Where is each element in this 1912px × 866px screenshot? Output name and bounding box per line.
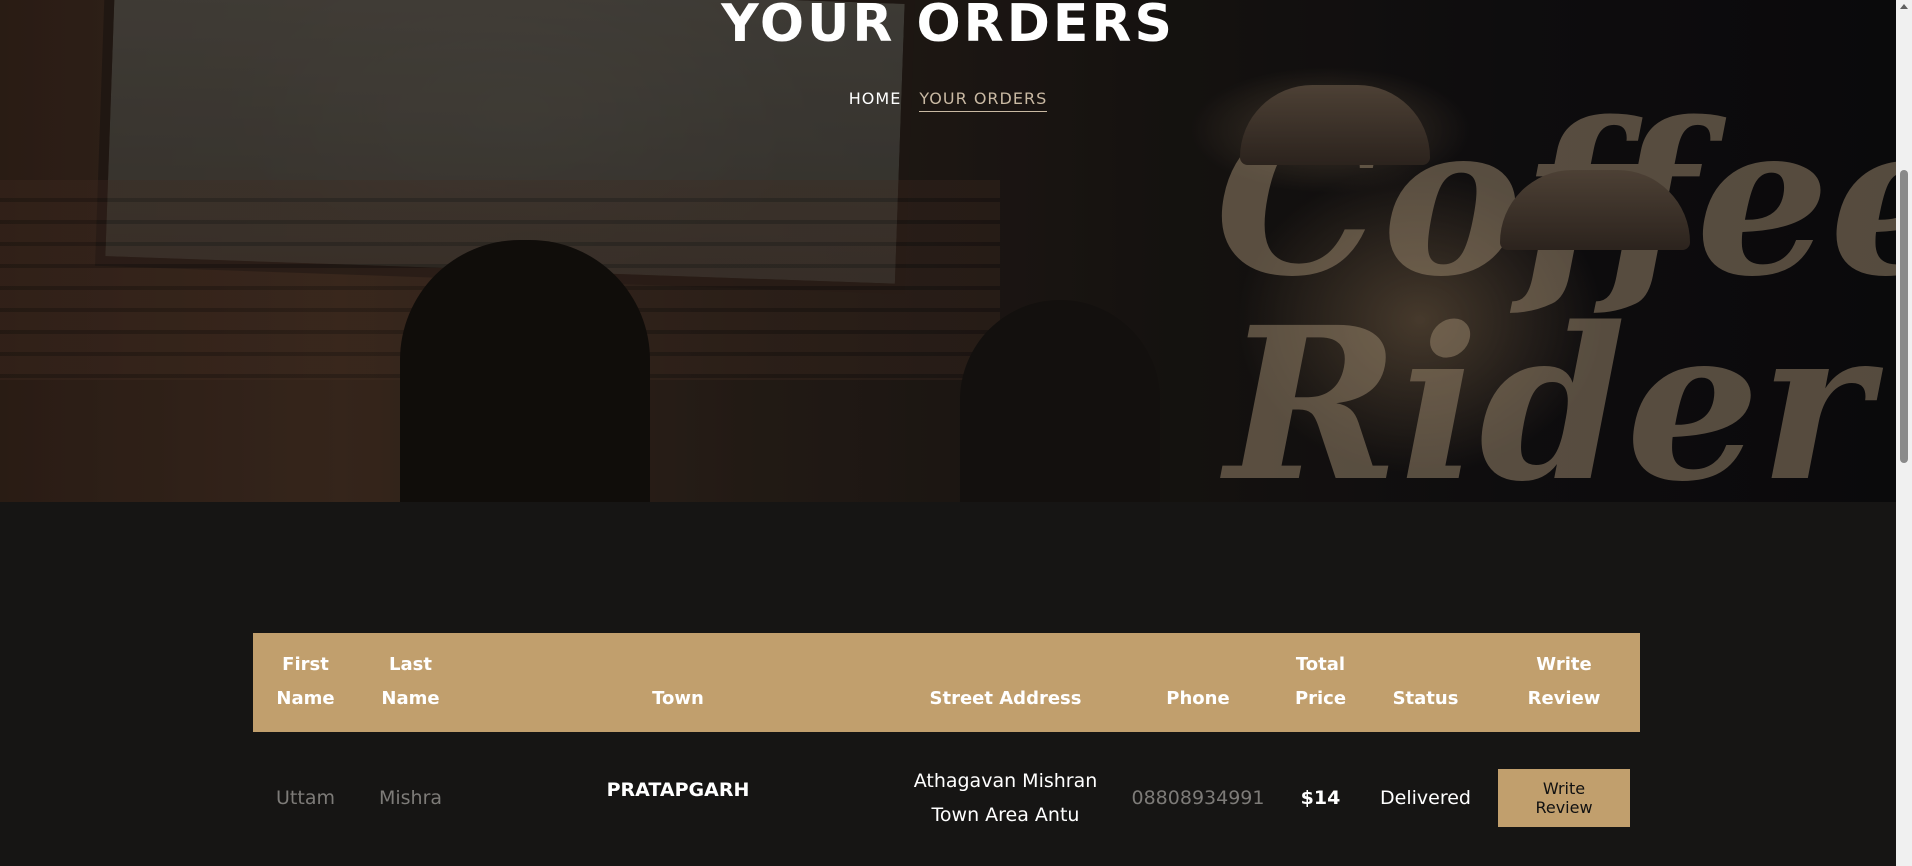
header-town: Town bbox=[652, 688, 704, 709]
header-last-name: Last Name bbox=[381, 654, 440, 709]
cell-first-name: Uttam bbox=[276, 787, 335, 809]
hero-banner: Coffee Rider YOUR ORDERS HOME YOUR ORDER… bbox=[0, 0, 1896, 502]
cell-total-price: $14 bbox=[1300, 787, 1341, 809]
orders-table: First Name Last Name Town Street Address P… bbox=[253, 633, 1640, 832]
breadcrumb-home-link[interactable]: HOME bbox=[849, 89, 902, 111]
header-status: Status bbox=[1392, 688, 1459, 709]
header-street-address: Street Address bbox=[929, 688, 1082, 709]
town-value: PRATAPGARH bbox=[606, 779, 750, 801]
header-total-price: Total Price bbox=[1294, 654, 1347, 709]
cell-street-address: Athagavan Mishran Town Area Antu bbox=[913, 770, 1098, 826]
header-write-review: Write Review bbox=[1527, 654, 1601, 709]
header-first-name: First Name bbox=[276, 654, 335, 709]
table-row: Uttam Mishra PRATAPGARH Athagavan Mishra… bbox=[253, 732, 1640, 832]
page-scrollbar[interactable] bbox=[1896, 0, 1912, 866]
cell-phone: 08808934991 bbox=[1131, 787, 1265, 809]
table-header-row: First Name Last Name Town Street Address P… bbox=[253, 633, 1640, 732]
cell-write-review: Write Review bbox=[1488, 732, 1640, 832]
hero-overlay bbox=[0, 0, 1896, 502]
scroll-up-arrow-icon[interactable] bbox=[1900, 4, 1908, 9]
scrollbar-thumb[interactable] bbox=[1900, 170, 1908, 463]
header-phone: Phone bbox=[1166, 688, 1230, 709]
page-title: YOUR ORDERS bbox=[721, 0, 1175, 54]
cell-town: PRATAPGARH bbox=[463, 732, 893, 832]
orders-section: First Name Last Name Town Street Address P… bbox=[0, 502, 1896, 866]
breadcrumb: HOME YOUR ORDERS bbox=[0, 89, 1896, 112]
cell-last-name: Mishra bbox=[378, 787, 443, 809]
breadcrumb-current[interactable]: YOUR ORDERS bbox=[919, 89, 1048, 112]
write-review-button[interactable]: Write Review bbox=[1498, 769, 1630, 827]
cell-status: Delivered bbox=[1380, 787, 1471, 809]
